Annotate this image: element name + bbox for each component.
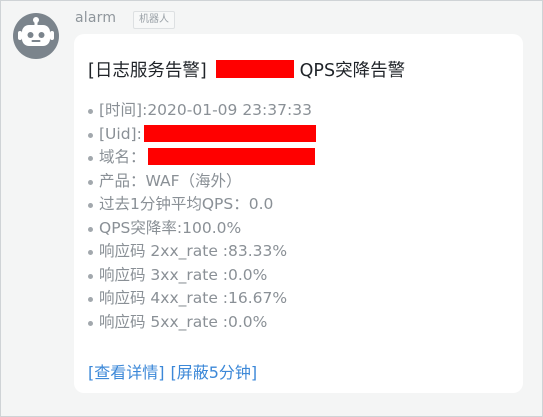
action-links: [查看详情] [屏蔽5分钟]: [88, 359, 257, 383]
field-4xx-rate: 响应码 4xx_rate :16.67%: [88, 287, 316, 311]
sender-name[interactable]: alarm: [75, 10, 116, 26]
robot-icon[interactable]: [13, 13, 59, 59]
message-card: [日志服务告警] QPS突降告警 [时间]:2020-01-09 23:37:33…: [74, 34, 523, 393]
title-prefix: [日志服务告警]: [88, 61, 207, 81]
mute-5-minutes-link[interactable]: [屏蔽5分钟]: [171, 363, 258, 382]
redacted-block: [143, 124, 316, 142]
field-2xx-rate: 响应码 2xx_rate :83.33%: [88, 240, 316, 264]
field-domain: 域名：: [88, 146, 316, 170]
view-details-link[interactable]: [查看详情]: [88, 363, 165, 382]
title-suffix: QPS突降告警: [299, 61, 406, 81]
bot-badge: 机器人: [133, 11, 175, 29]
field-uid: [Uid]:: [88, 123, 316, 147]
redacted-block: [215, 60, 294, 78]
field-product: 产品：WAF（海外）: [88, 170, 316, 194]
field-3xx-rate: 响应码 3xx_rate :0.0%: [88, 264, 316, 288]
message-title: [日志服务告警] QPS突降告警: [88, 57, 405, 82]
redacted-block: [147, 148, 315, 165]
chat-window: alarm 机器人 [日志服务告警] QPS突降告警 [时间]:2020-01-0…: [0, 0, 543, 417]
field-5xx-rate: 响应码 5xx_rate :0.0%: [88, 311, 316, 335]
field-time: [时间]:2020-01-09 23:37:33: [88, 99, 316, 123]
alert-field-list: [时间]:2020-01-09 23:37:33 [Uid]: 域名： 产品：W…: [88, 99, 316, 334]
field-qps-drop-rate: QPS突降率:100.0%: [88, 217, 316, 241]
field-avg-qps: 过去1分钟平均QPS：0.0: [88, 193, 316, 217]
